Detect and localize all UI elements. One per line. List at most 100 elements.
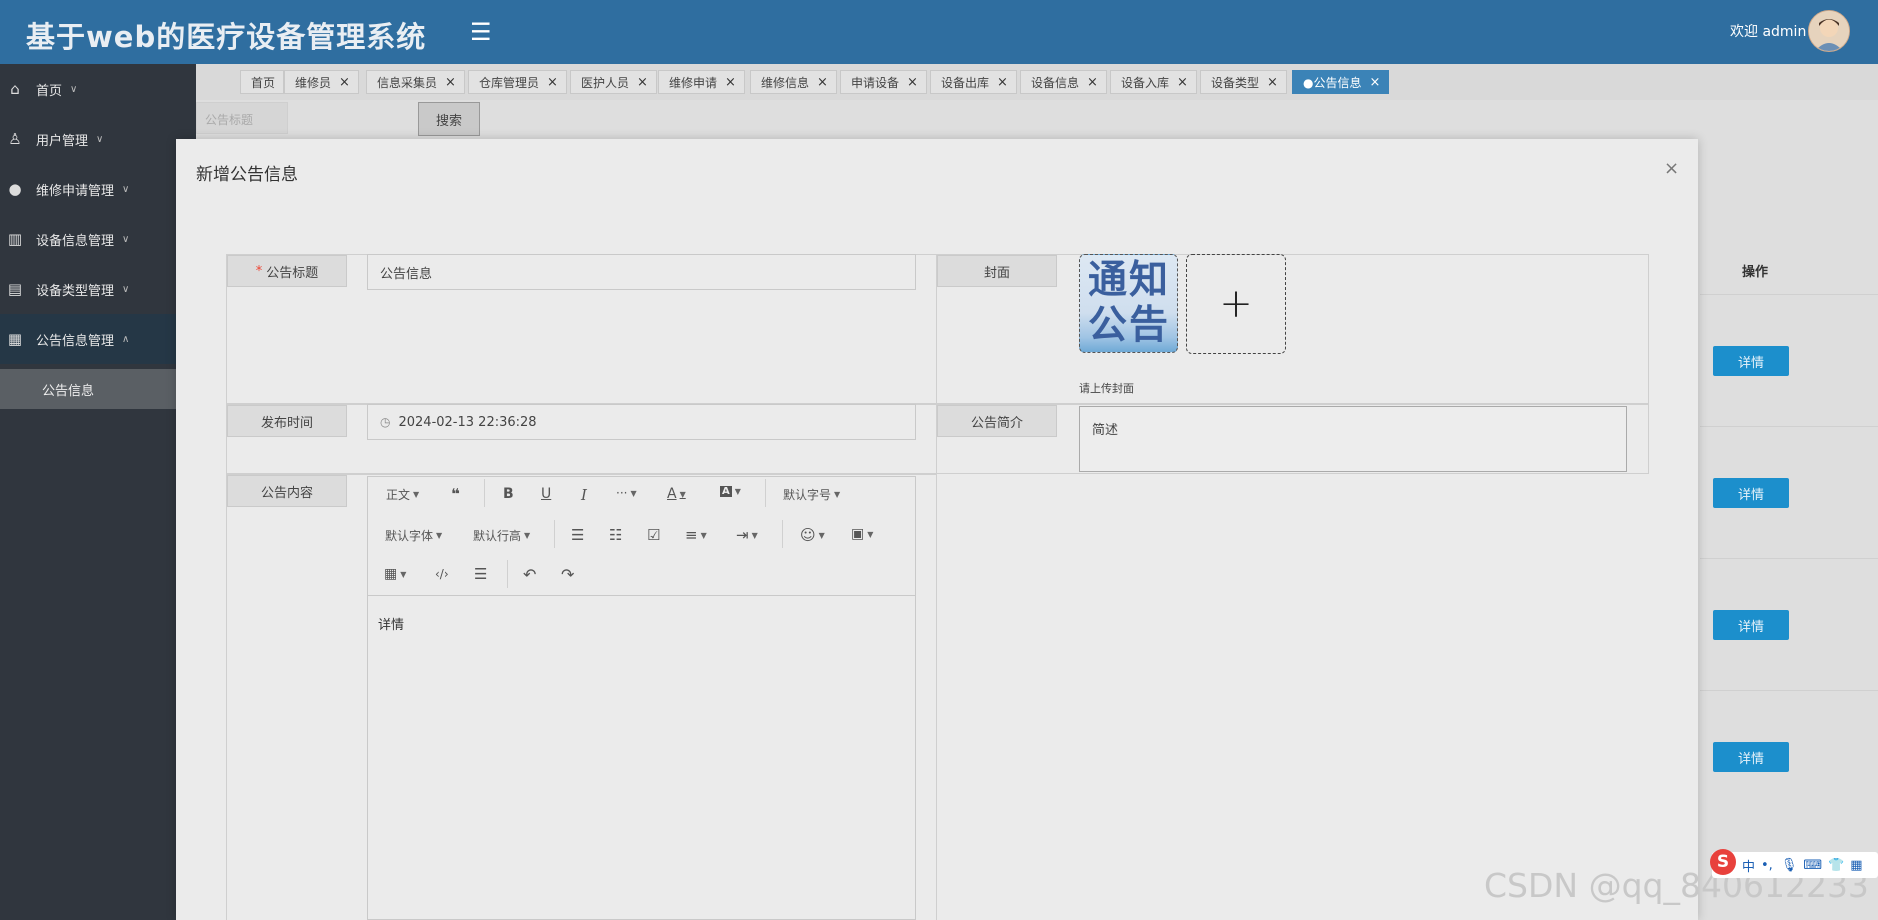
sidebar-item-notice[interactable]: ▦ 公告信息管理 ∧: [0, 314, 196, 364]
font-family-select[interactable]: 默认字体 ▼: [385, 527, 442, 544]
search-input[interactable]: 公告标题: [196, 102, 288, 134]
user-icon: ♙: [8, 130, 22, 148]
tab-device-out[interactable]: 设备出库 ×: [930, 70, 1017, 94]
quote-icon[interactable]: ❝: [451, 485, 460, 503]
editor-content[interactable]: 详情: [378, 614, 404, 633]
close-icon[interactable]: ×: [907, 75, 918, 90]
publish-time-value: 2024-02-13 22:36:28: [398, 414, 537, 430]
tab-device-type[interactable]: 设备类型 ×: [1200, 70, 1287, 94]
sogou-logo-icon: S: [1710, 849, 1736, 875]
line-height-select-label: 默认行高: [473, 529, 522, 543]
tab-notice-info[interactable]: ●公告信息 ×: [1292, 70, 1390, 94]
tab-device-info[interactable]: 设备信息 ×: [1020, 70, 1107, 94]
avatar[interactable]: [1808, 10, 1850, 52]
close-icon[interactable]: ×: [817, 75, 828, 90]
toolbar-separator: [554, 520, 555, 548]
row-divider: [1700, 426, 1878, 427]
tab-label: 仓库管理员: [479, 75, 540, 90]
more-icon[interactable]: ··· ▼: [616, 486, 637, 500]
tab-device-in[interactable]: 设备入库 ×: [1110, 70, 1197, 94]
microphone-icon: 🎙: [1780, 857, 1798, 873]
detail-button[interactable]: 详情: [1713, 346, 1789, 376]
grid-icon: ▦: [1850, 857, 1863, 873]
image-icon[interactable]: ▣ ▼: [851, 526, 873, 542]
tab-label: ●公告信息: [1303, 75, 1362, 90]
toolbar-separator: [765, 479, 766, 507]
close-icon[interactable]: ×: [725, 75, 736, 90]
indent-icon[interactable]: ⇥ ▼: [736, 526, 758, 544]
font-family-select-label: 默认字体: [385, 529, 434, 543]
summary-textarea[interactable]: 简述: [1079, 406, 1627, 472]
bold-icon[interactable]: B: [503, 486, 514, 502]
tab-label: 维修申请: [669, 75, 718, 90]
todo-checkbox-icon[interactable]: ☑: [647, 526, 660, 544]
sidebar-subitem-label: 公告信息: [42, 383, 95, 399]
close-icon[interactable]: ×: [547, 75, 558, 90]
menu-toggle-icon[interactable]: ☰: [470, 18, 492, 46]
tab-label: 医护人员: [581, 75, 630, 90]
tab-warehouse-admin[interactable]: 仓库管理员 ×: [468, 70, 567, 94]
tab-apply-device[interactable]: 申请设备 ×: [840, 70, 927, 94]
search-button[interactable]: 搜索: [418, 102, 480, 136]
avatar-face-icon: [1809, 11, 1849, 51]
sidebar-item-label: 首页: [36, 83, 63, 99]
italic-icon[interactable]: I: [581, 486, 587, 504]
close-icon[interactable]: ×: [445, 75, 456, 90]
font-color-icon[interactable]: A ▼: [667, 486, 686, 502]
tab-repair-info[interactable]: 维修信息 ×: [750, 70, 837, 94]
tab-label: 信息采集员: [377, 75, 438, 90]
detail-button[interactable]: 详情: [1713, 742, 1789, 772]
table-icon[interactable]: ▦ ▼: [384, 566, 406, 582]
close-icon[interactable]: ×: [1369, 75, 1380, 90]
plus-icon: +: [1219, 281, 1253, 327]
sidebar-item-repair[interactable]: ● 维修申请管理 ∨: [0, 164, 196, 214]
underline-icon[interactable]: U: [541, 486, 551, 502]
tab-repair-request[interactable]: 维修申请 ×: [658, 70, 745, 94]
line-height-select[interactable]: 默认行高 ▼: [473, 527, 530, 544]
chevron-down-icon: ∨: [122, 183, 130, 195]
summary-label: 公告简介: [937, 405, 1057, 437]
close-icon[interactable]: ×: [1664, 158, 1679, 179]
sidebar-item-device-type[interactable]: ▤ 设备类型管理 ∨: [0, 264, 196, 314]
background-color-icon[interactable]: A ▼: [720, 486, 741, 497]
app-title: 基于web的医疗设备管理系统: [26, 20, 427, 54]
divider-line-icon[interactable]: ☰: [474, 565, 487, 583]
caret-down-icon: ▼: [436, 531, 443, 540]
clock-icon: ◷: [380, 415, 391, 429]
close-icon[interactable]: ×: [1087, 75, 1098, 90]
bullet-list-icon[interactable]: ☰: [571, 526, 584, 544]
publish-time-input[interactable]: ◷ 2024-02-13 22:36:28: [367, 404, 916, 440]
redo-icon[interactable]: ↷: [561, 565, 574, 584]
align-icon[interactable]: ≡ ▼: [685, 526, 707, 544]
tab-home[interactable]: 首页: [240, 70, 285, 94]
detail-button[interactable]: 详情: [1713, 610, 1789, 640]
column-header-ops: 操作: [1742, 265, 1769, 280]
close-icon[interactable]: ×: [339, 75, 350, 90]
toolbar-separator: [507, 560, 508, 588]
close-icon[interactable]: ×: [1267, 75, 1278, 90]
ime-toolbar[interactable]: S 中 •, 🎙 ⌨ 👕 ▦: [1710, 849, 1878, 878]
numbered-list-icon[interactable]: ☷: [609, 526, 622, 544]
title-input[interactable]: 公告信息: [367, 254, 916, 290]
sidebar: ⌂ 首页 ∨ ♙ 用户管理 ∨ ● 维修申请管理 ∨ ▥ 设备信息管理 ∨ ▤ …: [0, 64, 196, 920]
tab-info-collector[interactable]: 信息采集员 ×: [366, 70, 465, 94]
emoji-icon[interactable]: ☺ ▼: [800, 526, 825, 544]
tab-medical-staff[interactable]: 医护人员 ×: [570, 70, 657, 94]
close-icon[interactable]: ×: [1177, 75, 1188, 90]
row-divider: [1700, 558, 1878, 559]
paragraph-select[interactable]: 正文 ▼: [386, 486, 419, 503]
upload-cover-button[interactable]: +: [1186, 254, 1286, 354]
tab-repairman[interactable]: 维修员 ×: [284, 70, 359, 94]
font-size-select[interactable]: 默认字号 ▼: [783, 486, 840, 503]
detail-button[interactable]: 详情: [1713, 478, 1789, 508]
code-icon[interactable]: ‹/›: [435, 567, 449, 581]
sidebar-item-device-info[interactable]: ▥ 设备信息管理 ∨: [0, 214, 196, 264]
sidebar-item-home[interactable]: ⌂ 首页 ∨: [0, 64, 196, 114]
undo-icon[interactable]: ↶: [523, 565, 536, 584]
close-icon[interactable]: ×: [997, 75, 1008, 90]
sidebar-subitem-notice-info[interactable]: 公告信息: [0, 369, 196, 409]
home-icon: ⌂: [10, 80, 20, 98]
sidebar-item-users[interactable]: ♙ 用户管理 ∨: [0, 114, 196, 164]
upload-hint: 请上传封面: [1079, 382, 1134, 395]
close-icon[interactable]: ×: [637, 75, 648, 90]
